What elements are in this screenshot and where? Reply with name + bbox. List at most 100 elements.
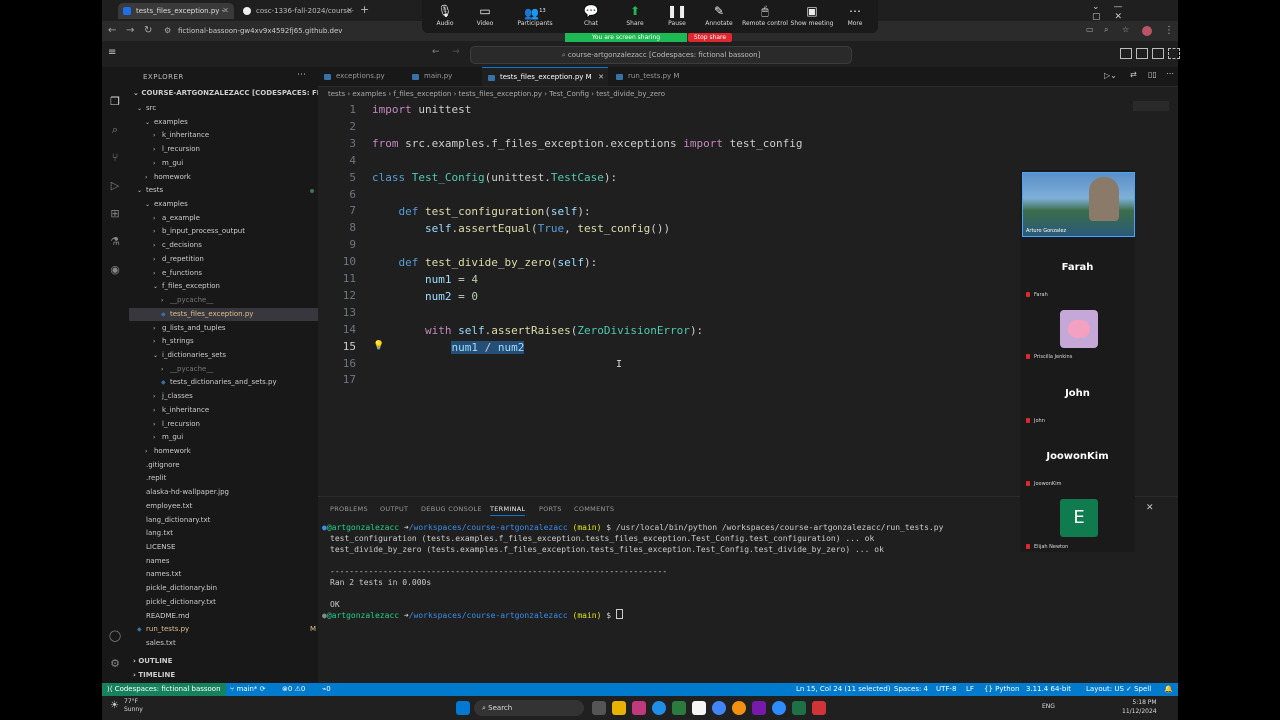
app-icon[interactable] xyxy=(732,701,746,715)
avatar[interactable] xyxy=(1142,26,1152,36)
file-item[interactable]: names xyxy=(129,555,318,568)
weather-icon[interactable]: ☀ xyxy=(110,700,119,711)
file-item[interactable]: ◆tests_files_exception.pyM xyxy=(129,307,318,321)
file-item[interactable]: README.md xyxy=(129,610,318,623)
more-actions-icon[interactable]: ⋯ xyxy=(1166,69,1174,78)
close-icon[interactable]: ✕ xyxy=(1146,503,1154,513)
breadcrumb[interactable]: tests › examples › f_files_exception › t… xyxy=(318,87,1178,101)
branch-indicator[interactable]: ⑂ main* ⟳ xyxy=(230,683,266,696)
chrome-icon[interactable] xyxy=(712,701,726,715)
app-icon[interactable] xyxy=(632,701,646,715)
end-of-line[interactable]: LF xyxy=(966,683,974,696)
split-editor-icon[interactable]: ▯▯ xyxy=(1148,70,1157,79)
search-icon[interactable]: ⌕ xyxy=(108,123,122,137)
explorer-icon[interactable]: ❐ xyxy=(108,95,122,109)
pause-button[interactable]: ❚❚ Pause xyxy=(654,4,700,27)
folder-item[interactable]: ⌄ src xyxy=(129,102,318,115)
taskbar-search[interactable]: ⌕ Search xyxy=(474,700,584,716)
folder-item[interactable]: ⌄ examples xyxy=(129,198,318,211)
folder-item[interactable]: › d_repetition xyxy=(129,253,318,266)
chat-button[interactable]: 💬 Chat xyxy=(568,4,614,27)
folder-item[interactable]: › homework xyxy=(129,445,318,458)
task-view-icon[interactable] xyxy=(592,701,606,715)
menu-icon[interactable]: ⋮ xyxy=(1164,25,1174,36)
spell-check[interactable]: ✓ Spell xyxy=(1126,683,1151,696)
compare-icon[interactable]: ⇄ xyxy=(1130,70,1137,79)
annotate-button[interactable]: ✎ Annotate xyxy=(696,4,742,27)
folder-item[interactable]: › b_input_process_output xyxy=(129,225,318,238)
file-item[interactable]: alaska-hd-wallpaper.jpg xyxy=(129,486,318,499)
folder-item[interactable]: › m_gui xyxy=(129,431,318,444)
testing-icon[interactable]: ⚗ xyxy=(108,235,122,249)
file-item[interactable]: sales.txt xyxy=(129,637,318,650)
manage-gear-icon[interactable]: ⚙ xyxy=(108,657,122,671)
window-controls[interactable]: ⌄—▢✕ xyxy=(1092,2,1178,22)
toggle-secondary-sidebar-icon[interactable] xyxy=(1152,48,1164,59)
file-item[interactable]: .replit xyxy=(129,472,318,485)
outline-section[interactable]: › OUTLINE xyxy=(133,657,172,665)
accounts-icon[interactable]: ◯ xyxy=(108,629,122,643)
folder-item[interactable]: ⌄ examples xyxy=(129,116,318,129)
back-icon[interactable]: ← xyxy=(432,47,440,57)
toggle-panel-icon[interactable] xyxy=(1136,48,1148,59)
participant-tile[interactable]: Farah Farah xyxy=(1022,238,1133,300)
participant-tile[interactable]: E Elijah Newton xyxy=(1022,490,1133,552)
python-interpreter[interactable]: 3.11.4 64-bit xyxy=(1026,683,1071,696)
lightbulb-icon[interactable]: 💡 xyxy=(373,341,384,351)
toggle-sidebar-icon[interactable] xyxy=(1120,48,1132,59)
share-button[interactable]: ⬆ Share xyxy=(612,4,658,27)
notifications-bell-icon[interactable]: 🔔 xyxy=(1164,683,1173,696)
workspace-header[interactable]: ⌄ COURSE-ARTGONZALEZACC [CODESPACES: FIC… xyxy=(133,89,346,97)
folder-item[interactable]: › m_gui xyxy=(129,157,318,170)
folder-item[interactable]: › c_decisions xyxy=(129,239,318,252)
close-icon[interactable]: ✕ xyxy=(346,3,353,19)
show-meeting-button[interactable]: ▣ Show meeting xyxy=(788,4,836,27)
file-item[interactable]: lang_dictionary.txt xyxy=(129,514,318,527)
app-icon[interactable] xyxy=(812,701,826,715)
indentation[interactable]: Spaces: 4 xyxy=(894,683,928,696)
problems-indicator[interactable]: ⊗0 ⚠0 xyxy=(282,683,305,696)
editor-tab[interactable]: main.py xyxy=(406,67,476,86)
participants-button[interactable]: 👥13 Participants xyxy=(512,4,558,27)
close-icon[interactable]: ✕ xyxy=(598,68,604,87)
tab-terminal[interactable]: TERMINAL xyxy=(490,505,526,516)
editor-tab[interactable]: exceptions.py xyxy=(318,67,404,86)
command-center[interactable]: ⌕ course-artgonzalezacc [Codespaces: fic… xyxy=(470,46,852,64)
ports-indicator[interactable]: ⌁0 xyxy=(322,683,331,696)
forward-icon[interactable]: → xyxy=(126,25,134,36)
file-item[interactable]: names.txt xyxy=(129,568,318,581)
participant-tile[interactable]: JoowonKim JoowonKim xyxy=(1022,427,1133,489)
file-item[interactable]: .gitignore xyxy=(129,459,318,472)
file-item[interactable]: LICENSE xyxy=(129,541,318,554)
timeline-section[interactable]: › TIMELINE xyxy=(133,671,175,679)
folder-item[interactable]: › a_example xyxy=(129,212,318,225)
remote-indicator[interactable]: ⟩⟨ Codespaces: fictional bassoon xyxy=(102,683,226,696)
folder-item[interactable]: › k_inheritance xyxy=(129,129,318,142)
excel-icon[interactable] xyxy=(792,701,806,715)
file-item[interactable]: ◆ tests_dictionaries_and_sets.py xyxy=(129,376,318,389)
zoom-icon[interactable]: ⌕ xyxy=(1104,25,1108,35)
participant-tile[interactable]: John John xyxy=(1022,364,1133,426)
video-button[interactable]: ▭ Video xyxy=(462,4,508,27)
file-item[interactable]: ◆ run_tests.py M xyxy=(129,623,318,636)
folder-item[interactable]: › l_recursion xyxy=(129,143,318,156)
run-icon[interactable]: ▷⌄ xyxy=(1104,71,1117,80)
tab-problems[interactable]: PROBLEMS xyxy=(330,505,368,513)
tab-debug-console[interactable]: DEBUG CONSOLE xyxy=(421,505,482,513)
tab-output[interactable]: OUTPUT xyxy=(380,505,408,513)
stop-share-button[interactable]: Stop share xyxy=(688,33,732,42)
customize-layout-icon[interactable] xyxy=(1168,48,1180,59)
forward-icon[interactable]: → xyxy=(452,47,460,57)
extensions-icon[interactable]: ⊞ xyxy=(108,207,122,221)
tab-comments[interactable]: COMMENTS xyxy=(574,505,614,513)
site-info-icon[interactable]: ⚙ xyxy=(164,26,171,35)
edge-icon[interactable] xyxy=(652,701,666,715)
close-icon[interactable]: ✕ xyxy=(222,3,229,19)
file-item[interactable]: pickle_dictionary.txt xyxy=(129,596,318,609)
onenote-icon[interactable] xyxy=(752,701,766,715)
clock[interactable]: 5:18 PM 11/12/2024 xyxy=(1122,698,1157,716)
back-icon[interactable]: ← xyxy=(108,25,116,36)
folder-item[interactable]: › g_lists_and_tuples xyxy=(129,322,318,335)
file-explorer-icon[interactable] xyxy=(612,701,626,715)
windows-start-icon[interactable] xyxy=(456,701,470,715)
